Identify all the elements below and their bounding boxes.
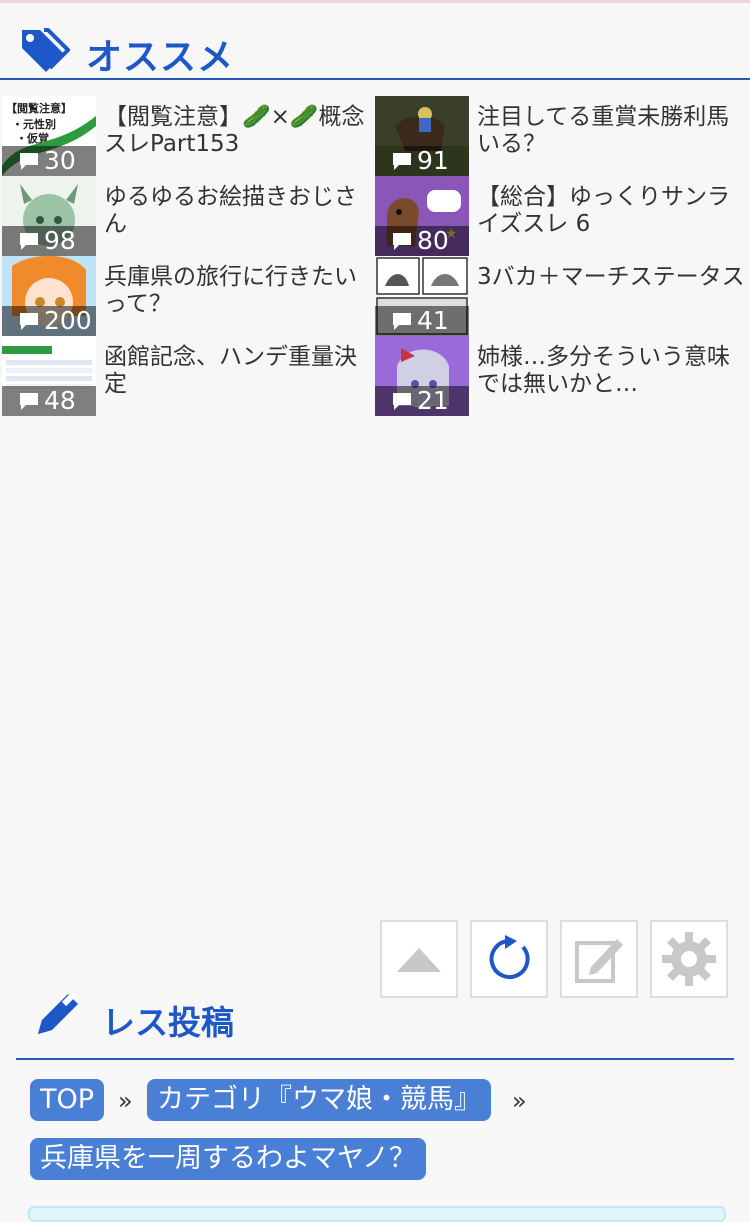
breadcrumb-thread-link[interactable]: 兵庫県を一周するわよマヤノ？ [30,1138,426,1180]
comment-count: 48 [2,386,96,416]
post-title: レス投稿 [102,1003,234,1042]
post-form-box [28,1206,726,1222]
list-item[interactable]: 【閲覧注意】 ・元性別 ・仮覚 30 【閲覧注意】🥒×🥒概念スレPart153 [2,96,374,176]
comment-count-value: 21 [417,386,449,415]
thumbnail: 48 [2,336,96,416]
breadcrumb-top-link[interactable]: TOP [30,1079,105,1121]
svg-text:【閲覧注意】: 【閲覧注意】 [6,101,72,115]
comment-count-value: 48 [44,386,76,415]
item-title[interactable]: 3バカ＋マーチステータス [477,264,745,291]
tag-icon [22,28,70,72]
list-item[interactable]: 21 姉様…多分そういう意味では無いかと… [375,336,747,416]
comment-count: 200 [2,306,96,336]
thumbnail: 200 [2,256,96,336]
recommend-title: オススメ [86,37,235,78]
comment-icon [20,153,38,170]
breadcrumb-separator: » [512,1087,527,1115]
comment-count: 80 [375,226,469,256]
breadcrumb-category-link[interactable]: カテゴリ『ウマ娘・競馬』 [147,1079,491,1121]
comment-count: 21 [375,386,469,416]
list-item[interactable]: 41 3バカ＋マーチステータス [375,256,747,336]
list-item[interactable]: 200 兵庫県の旅行に行きたいって？ [2,256,374,336]
comment-icon [393,153,411,170]
item-title[interactable]: 【総合】ゆっくりサンライズスレ 6 [477,184,745,238]
reload-icon [489,935,530,979]
item-title[interactable]: ゆるゆるお絵描きおじさん [104,184,372,238]
edit-icon [575,939,623,983]
top-border [0,0,750,3]
list-item[interactable]: 48 函館記念、ハンデ重量決定 [2,336,374,416]
comment-count: 41 [375,306,469,336]
comment-icon [393,233,411,250]
pencil-icon [38,991,78,1034]
svg-text:・元性別: ・元性別 [12,117,56,131]
list-item[interactable]: ★ 80 【総合】ゆっくりサンライズスレ 6 [375,176,747,256]
item-title[interactable]: 函館記念、ハンデ重量決定 [104,344,372,398]
comment-count-value: 91 [417,146,449,175]
thumbnail: ★ 80 [375,176,469,256]
thumbnail: 98 [2,176,96,256]
comment-icon [20,393,38,410]
thumbnail: 41 [375,256,469,336]
breadcrumb-separator: » [118,1087,133,1115]
recommend-header: オススメ [0,20,750,80]
comment-count-value: 98 [44,226,76,255]
triangle-up-icon [397,948,441,972]
list-item[interactable]: 91 注目してる重賞未勝利馬いる？ [375,96,747,176]
comment-count-value: 80 [417,226,449,255]
comment-count: 91 [375,146,469,176]
comment-count-value: 41 [417,306,449,335]
comment-count: 98 [2,226,96,256]
item-title[interactable]: 注目してる重賞未勝利馬いる？ [477,104,745,158]
thumbnail: 21 [375,336,469,416]
item-title[interactable]: 姉様…多分そういう意味では無いかと… [477,344,745,398]
item-title[interactable]: 兵庫県の旅行に行きたいって？ [104,264,372,318]
comment-count: 30 [2,146,96,176]
comment-count-value: 200 [44,306,92,335]
item-title[interactable]: 【閲覧注意】🥒×🥒概念スレPart153 [104,104,372,158]
comment-icon [393,393,411,410]
comment-icon [20,313,38,330]
thumbnail: 【閲覧注意】 ・元性別 ・仮覚 30 [2,96,96,176]
comment-icon [20,233,38,250]
comment-count-value: 30 [44,146,76,175]
post-header: レス投稿 [16,980,734,1060]
list-item[interactable]: 98 ゆるゆるお絵描きおじさん [2,176,374,256]
thumbnail: 91 [375,96,469,176]
comment-icon [393,313,411,330]
